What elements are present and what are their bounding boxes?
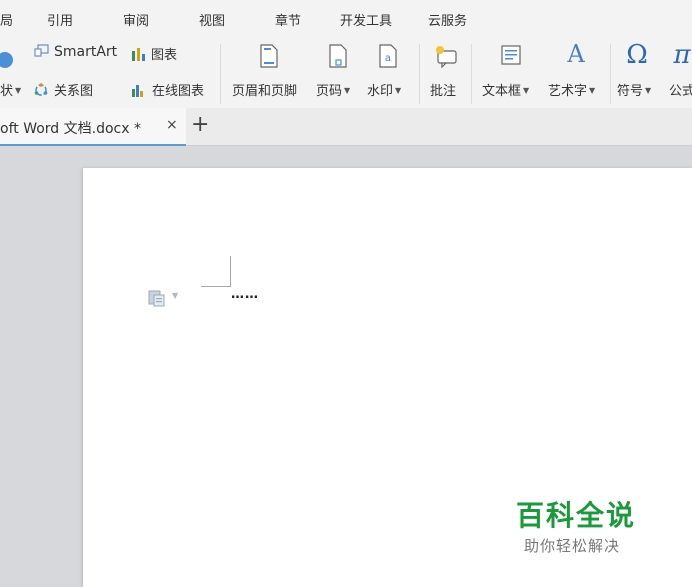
- page-number-label: 页码 ▼: [316, 84, 351, 99]
- online-chart-icon: [132, 85, 143, 97]
- menu-developer-tools[interactable]: 开发工具: [340, 10, 392, 29]
- symbol-label: 符号 ▼: [617, 84, 652, 99]
- document-tab-title: oft Word 文档.docx *: [0, 121, 141, 137]
- header-footer-icon: [260, 44, 278, 68]
- online-chart-button[interactable]: 在线图表: [131, 80, 204, 99]
- paste-options-caret-icon[interactable]: ▼: [172, 291, 178, 300]
- online-chart-label: 在线图表: [152, 84, 205, 99]
- formula-label: 公式: [669, 84, 692, 99]
- wordart-label: 艺术字 ▼: [548, 84, 596, 99]
- relation-graph-label: 关系图: [54, 84, 94, 99]
- page-number-icon: [329, 44, 347, 68]
- watermark-logo-text: 百科全说: [516, 499, 637, 532]
- symbol-button[interactable]: Ω 符号 ▼: [615, 40, 659, 104]
- close-tab-icon[interactable]: ×: [166, 117, 178, 133]
- shape-icon: [0, 52, 13, 68]
- document-text: ……: [231, 287, 259, 302]
- paste-options-icon[interactable]: [148, 289, 166, 307]
- ribbon-separator: [220, 44, 221, 104]
- new-tab-icon[interactable]: +: [191, 112, 209, 138]
- wordart-button[interactable]: A 艺术字 ▼: [546, 40, 606, 104]
- smartart-button[interactable]: SmartArt: [34, 44, 117, 60]
- relation-graph-button[interactable]: 关系图: [34, 80, 93, 99]
- document-tab[interactable]: oft Word 文档.docx * ×: [0, 108, 186, 146]
- symbol-icon: Ω: [626, 40, 648, 70]
- watermark-button[interactable]: a 水印 ▼: [366, 44, 410, 104]
- menu-chapter[interactable]: 章节: [275, 10, 301, 29]
- comment-label: 批注: [430, 84, 457, 99]
- page-number-button[interactable]: 页码 ▼: [316, 44, 360, 104]
- menu-references[interactable]: 引用: [47, 10, 73, 29]
- menu-layout[interactable]: 局: [0, 10, 13, 29]
- smartart-icon: [34, 44, 49, 57]
- shape-label: 状 ▼: [0, 84, 22, 99]
- relation-graph-icon: [34, 83, 48, 96]
- header-footer-button[interactable]: 页眉和页脚: [229, 44, 309, 104]
- formula-button[interactable]: π 公式: [667, 40, 692, 104]
- document-tab-bar: oft Word 文档.docx * × +: [0, 108, 692, 146]
- header-footer-label: 页眉和页脚: [232, 84, 298, 99]
- formula-icon: π: [673, 40, 691, 70]
- menu-view[interactable]: 视图: [199, 10, 225, 29]
- page-margin-marker: [201, 256, 231, 287]
- textbox-icon: [501, 45, 521, 65]
- menu-review[interactable]: 审阅: [123, 10, 149, 29]
- watermark-label: 水印 ▼: [367, 84, 402, 99]
- watermark-slogan: 助你轻松解决: [524, 537, 621, 555]
- textbox-button[interactable]: 文本框 ▼: [481, 44, 541, 104]
- comment-icon: [436, 46, 457, 68]
- ribbon-separator: [610, 44, 611, 104]
- menu-cloud-service[interactable]: 云服务: [428, 10, 467, 29]
- ribbon-separator: [471, 44, 472, 104]
- svg-text:a: a: [385, 53, 391, 64]
- chart-label: 图表: [151, 48, 178, 63]
- comment-button[interactable]: 批注: [429, 44, 463, 104]
- chart-button[interactable]: 图表: [131, 44, 177, 63]
- menu-bar: 局 引用 审阅 视图 章节 开发工具 云服务: [0, 0, 692, 36]
- smartart-label: SmartArt: [54, 44, 118, 60]
- wordart-icon: A: [567, 40, 585, 68]
- watermark-icon: a: [379, 44, 397, 68]
- ribbon-separator: [419, 44, 420, 104]
- textbox-label: 文本框 ▼: [482, 84, 530, 99]
- chart-icon: [132, 48, 145, 61]
